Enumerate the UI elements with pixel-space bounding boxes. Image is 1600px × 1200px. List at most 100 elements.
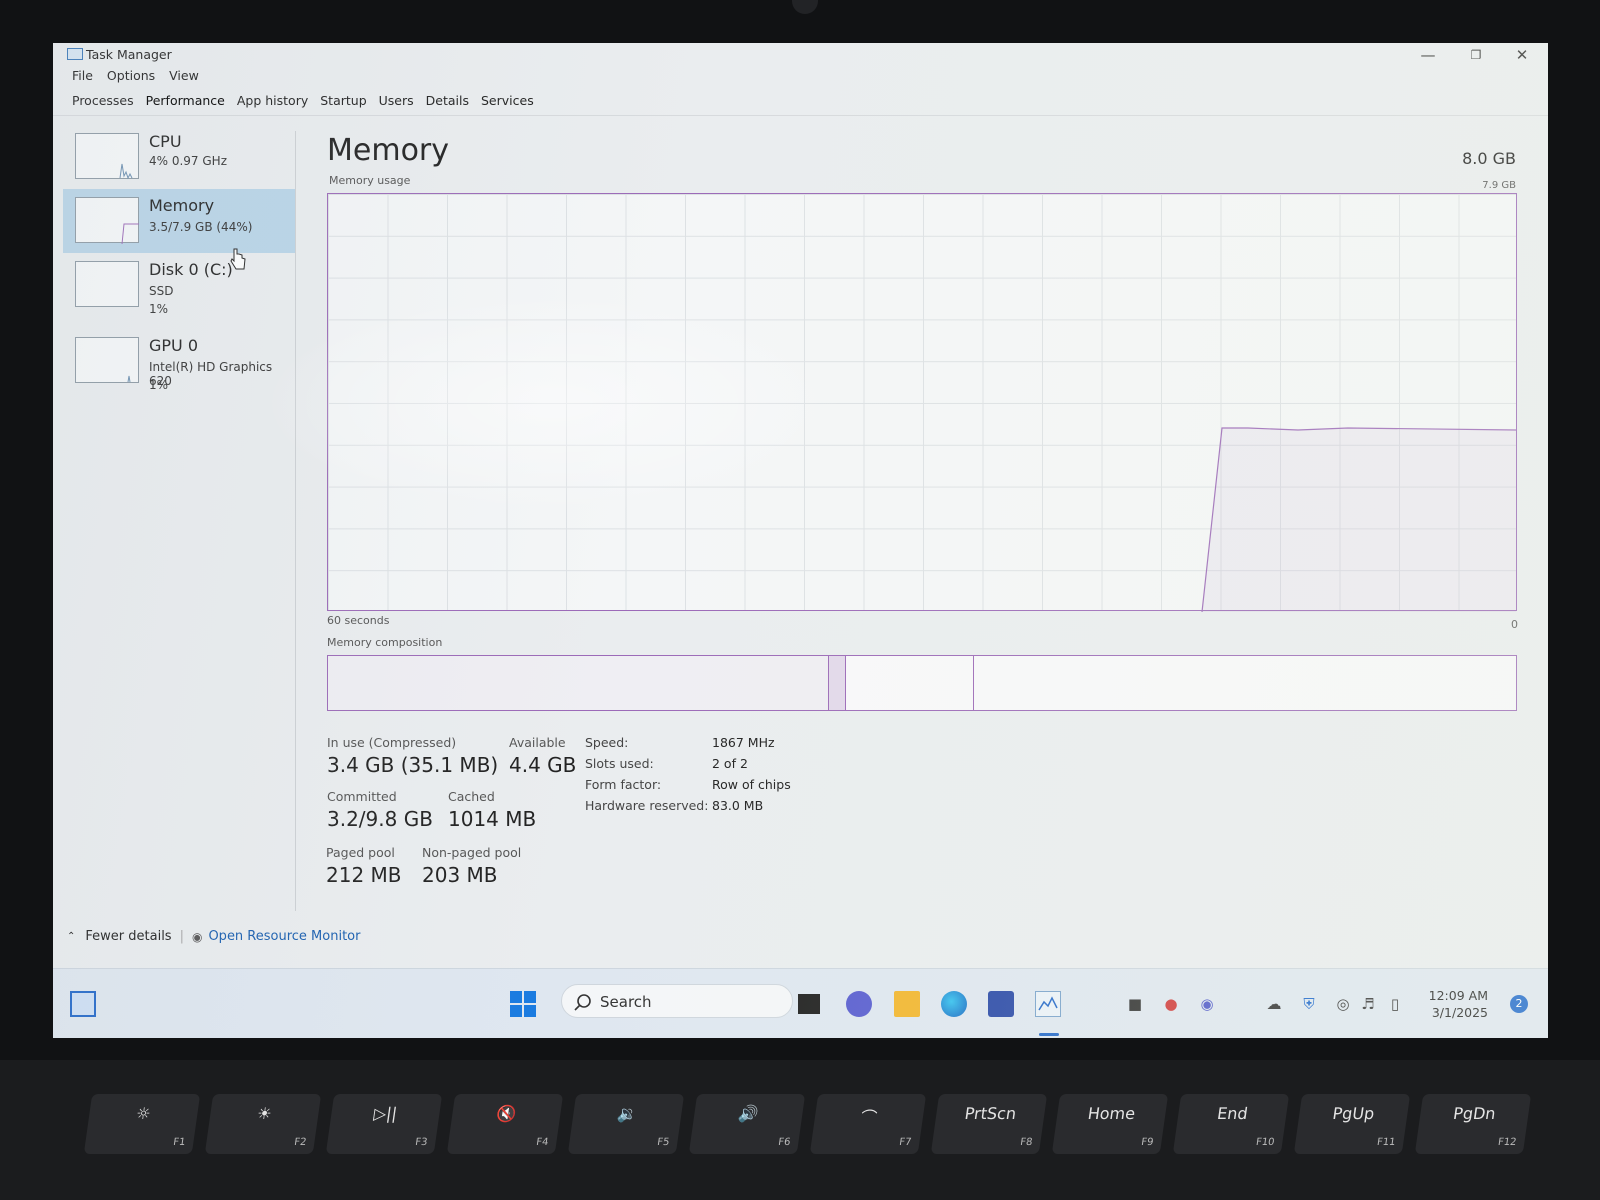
task-view-icon[interactable] (798, 994, 820, 1014)
key-fn-label: F5 (657, 1137, 671, 1148)
chevron-up-icon[interactable]: ⌃ (67, 931, 75, 942)
tab-performance[interactable]: Performance (146, 93, 225, 108)
bluetooth-icon[interactable]:  (1231, 995, 1249, 1013)
sidebar-item-gpu[interactable]: GPU 0 Intel(R) HD Graphics 620 1% (63, 329, 295, 407)
spec-speed-label: Speed: (585, 735, 628, 750)
key-f11[interactable]: PgUp F11 (1294, 1094, 1410, 1154)
key-fn-label: F3 (415, 1137, 429, 1148)
key-f8[interactable]: PrtScn F8 (931, 1094, 1047, 1154)
spec-reserved-value: 83.0 MB (712, 798, 763, 813)
file-explorer-icon[interactable] (894, 991, 920, 1017)
battery-icon[interactable]: ▯ (1386, 995, 1404, 1013)
key-label: Home (1056, 1104, 1167, 1123)
store-icon[interactable] (988, 991, 1014, 1017)
fewer-details-link[interactable]: Fewer details (85, 929, 171, 944)
restore-button[interactable]: ❐ (1456, 45, 1496, 65)
sidebar-item-label: Disk 0 (C:) (149, 260, 233, 279)
search-icon (574, 993, 592, 1011)
footer-separator: | (180, 929, 184, 944)
tray-app-icon[interactable]: ■ (1126, 995, 1144, 1013)
sidebar-item-cpu[interactable]: CPU 4% 0.97 GHz (63, 125, 295, 189)
taskbar-clock[interactable]: 12:09 AM 3/1/2025 (1429, 987, 1488, 1021)
key-f10[interactable]: End F10 (1173, 1094, 1289, 1154)
key-label: PrtScn (935, 1104, 1046, 1123)
available-label: Available (509, 735, 566, 750)
sidebar-item-detail: Intel(R) HD Graphics 620 (149, 360, 295, 388)
key-fn-label: F10 (1255, 1137, 1275, 1148)
memory-thumbnail-graph (75, 197, 139, 243)
tab-startup[interactable]: Startup (320, 93, 366, 108)
start-icon[interactable] (510, 991, 536, 1017)
key-fn-label: F4 (536, 1137, 550, 1148)
camera (792, 0, 818, 14)
widgets-icon[interactable] (70, 991, 96, 1017)
memory-usage-label: Memory usage (329, 174, 410, 187)
sidebar-item-detail: 4% 0.97 GHz (149, 154, 227, 168)
open-resource-monitor-link[interactable]: Open Resource Monitor (208, 929, 360, 944)
key-f1[interactable]: ☼ F1 (84, 1094, 200, 1154)
sidebar-item-memory[interactable]: Memory 3.5/7.9 GB (44%) (63, 189, 295, 253)
tab-services[interactable]: Services (481, 93, 534, 108)
network-icon[interactable]: ◎ (1334, 995, 1352, 1013)
key-f7[interactable]: ⌒ F7 (810, 1094, 926, 1154)
composition-standby[interactable] (846, 656, 974, 710)
sidebar-item-disk[interactable]: Disk 0 (C:) SSD 1% (63, 253, 295, 329)
paged-pool-label: Paged pool (326, 845, 395, 860)
usage-max-label: 7.9 GB (1482, 180, 1516, 191)
tab-details[interactable]: Details (426, 93, 469, 108)
sidebar-item-label: GPU 0 (149, 336, 198, 355)
active-app-indicator (1039, 1033, 1059, 1036)
tab-processes[interactable]: Processes (72, 93, 134, 108)
menu-bar: File Options View (72, 68, 199, 86)
menu-options[interactable]: Options (107, 68, 155, 86)
key-f5[interactable]: 🔉 F5 (568, 1094, 684, 1154)
key-f2[interactable]: ☀ F2 (205, 1094, 321, 1154)
composition-in-use[interactable] (328, 656, 829, 710)
tray-paint-icon[interactable]: ● (1162, 995, 1180, 1013)
chat-icon[interactable] (846, 991, 872, 1017)
task-manager-icon (67, 48, 83, 60)
composition-modified[interactable] (829, 656, 846, 710)
key-label: PgDn (1419, 1104, 1530, 1123)
key-f6[interactable]: 🔊 F6 (689, 1094, 805, 1154)
memory-usage-plot (328, 194, 1518, 612)
cached-label: Cached (448, 789, 495, 804)
footer-bar: ⌃ Fewer details | ◉ Open Resource Monito… (67, 929, 360, 944)
menu-view[interactable]: View (169, 68, 199, 86)
minimize-button[interactable]: — (1408, 45, 1448, 65)
key-f3[interactable]: ▷|| F3 (326, 1094, 442, 1154)
resource-sidebar: CPU 4% 0.97 GHz Memory 3.5/7.9 GB (44%) … (63, 125, 295, 905)
close-button[interactable]: ✕ (1502, 45, 1542, 65)
composition-free[interactable] (974, 656, 1518, 710)
key-f12[interactable]: PgDn F12 (1415, 1094, 1531, 1154)
sidebar-item-detail: 3.5/7.9 GB (44%) (149, 220, 252, 234)
key-f4[interactable]: 🔇 F4 (447, 1094, 563, 1154)
key-fn-label: F9 (1141, 1137, 1155, 1148)
spec-slots-label: Slots used: (585, 756, 654, 771)
cpu-thumbnail-graph (75, 133, 139, 179)
memory-composition-label: Memory composition (327, 636, 442, 649)
edge-icon[interactable] (941, 991, 967, 1017)
pane-divider[interactable] (295, 131, 296, 911)
onedrive-icon[interactable]: ☁ (1265, 995, 1283, 1013)
key-label: 🔇 (451, 1104, 562, 1123)
notification-badge[interactable]: 2 (1510, 995, 1528, 1013)
clock-time: 12:09 AM (1429, 987, 1488, 1004)
sidebar-item-detail: SSD (149, 284, 173, 298)
nonpaged-pool-value: 203 MB (422, 863, 498, 887)
security-icon[interactable]: ⛨ (1300, 995, 1318, 1013)
menu-file[interactable]: File (72, 68, 93, 86)
key-label: ☀ (209, 1104, 320, 1123)
tab-app-history[interactable]: App history (237, 93, 308, 108)
teams-icon[interactable]: ◉ (1198, 995, 1216, 1013)
key-fn-label: F2 (294, 1137, 308, 1148)
volume-icon[interactable]: ♬ (1359, 995, 1377, 1013)
resource-monitor-icon: ◉ (192, 930, 202, 944)
key-f9[interactable]: Home F9 (1052, 1094, 1168, 1154)
tab-users[interactable]: Users (379, 93, 414, 108)
taskbar-search[interactable]: Search (561, 984, 793, 1018)
key-fn-label: F7 (899, 1137, 913, 1148)
task-manager-taskbar-icon[interactable] (1035, 991, 1061, 1017)
hand-cursor-icon (229, 247, 247, 271)
nonpaged-pool-label: Non-paged pool (422, 845, 521, 860)
